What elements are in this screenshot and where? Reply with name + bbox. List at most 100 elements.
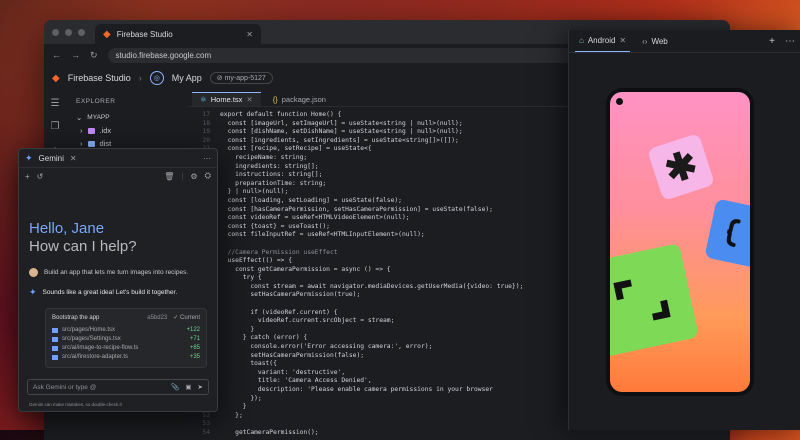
minimize-window-dot[interactable] bbox=[65, 28, 72, 36]
gear-icon[interactable]: ⛭ bbox=[205, 171, 211, 181]
code-text: toast({ bbox=[220, 360, 277, 368]
device-screen[interactable]: ✱ bbox=[610, 92, 750, 392]
code-text: variant: 'destructive', bbox=[220, 368, 346, 376]
code-text: const stream = await navigator.mediaDevi… bbox=[220, 282, 524, 290]
code-text: instructions: string[]; bbox=[220, 171, 323, 179]
close-icon[interactable]: ✕ bbox=[70, 154, 77, 163]
code-text: const [recipe, setRecipe] = useState<{ bbox=[220, 145, 372, 153]
changed-file-delta: +85 bbox=[189, 345, 200, 351]
commit-status: ✓ Current bbox=[173, 314, 200, 321]
gemini-title: Gemini bbox=[38, 153, 64, 163]
menu-icon[interactable]: ☰ bbox=[51, 98, 60, 109]
folder-icon bbox=[87, 140, 95, 147]
gemini-header: ✦ Gemini ✕ ⋯ bbox=[19, 149, 217, 168]
asterisk-tile: ✱ bbox=[646, 132, 716, 202]
code-line[interactable]: 54 getCameraPermission(); bbox=[188, 429, 730, 438]
code-text: } bbox=[220, 403, 247, 411]
editor-tab-package[interactable]: {} package.json bbox=[265, 93, 334, 106]
check-icon: ✓ bbox=[173, 315, 180, 321]
commit-card[interactable]: Bootstrap the app a5bd23 ✓ Current src/p… bbox=[45, 308, 207, 368]
changed-file-delta: +35 bbox=[189, 354, 200, 360]
code-text: title: 'Camera Access Denied', bbox=[220, 377, 372, 385]
reload-icon[interactable]: ↻ bbox=[90, 50, 98, 61]
more-icon[interactable]: ⋯ bbox=[785, 36, 795, 47]
code-text: const [dishName, setDishName] = useState… bbox=[220, 128, 463, 136]
explorer-root[interactable]: ⌄ MYAPP bbox=[66, 111, 188, 124]
line-number: 17 bbox=[202, 111, 210, 118]
folder-icon bbox=[87, 127, 95, 134]
code-text: description: 'Please enable camera permi… bbox=[220, 386, 493, 393]
trash-icon[interactable]: 🗑 bbox=[164, 172, 174, 181]
avatar bbox=[29, 268, 38, 277]
react-file-icon: ⚛ bbox=[200, 95, 207, 104]
changed-file-path: src/ai/image-to-recipe-flow.ts bbox=[62, 345, 139, 351]
gemini-sparkle-icon: ✦ bbox=[29, 287, 37, 297]
window-controls bbox=[52, 20, 85, 44]
code-text: const [imageUrl, setImageUrl] = useState… bbox=[220, 119, 463, 127]
disclaimer: Gemini can make mistakes, so double-chec… bbox=[29, 402, 122, 407]
gemini-sparkle-icon: ✦ bbox=[25, 152, 33, 163]
project-id-pill[interactable]: ⊘ my-app-5127 bbox=[209, 72, 273, 84]
studio-brand: Firebase Studio bbox=[67, 73, 131, 83]
code-text: } catch (error) { bbox=[220, 334, 308, 342]
history-icon[interactable]: ↺ bbox=[37, 172, 44, 181]
code-text: console.error('Error accessing camera:',… bbox=[220, 343, 433, 351]
files-icon[interactable]: ❐ bbox=[51, 121, 60, 132]
tab-web[interactable]: ‹› Web bbox=[638, 37, 672, 46]
changed-file-row[interactable]: src/ai/image-to-recipe-flow.ts +85 bbox=[52, 344, 200, 353]
line-number: 19 bbox=[202, 128, 210, 136]
commit-status-label: Current bbox=[179, 315, 200, 321]
send-icon[interactable]: ➤ bbox=[198, 383, 203, 391]
image-icon[interactable]: ▣ bbox=[185, 383, 191, 391]
code-text: recipeName: string; bbox=[220, 153, 308, 161]
add-tab-icon[interactable]: + bbox=[769, 36, 775, 47]
commit-card-header: Bootstrap the app a5bd23 ✓ Current bbox=[52, 314, 200, 322]
greeting: Hello, Jane bbox=[29, 220, 105, 237]
forward-arrow-icon[interactable]: → bbox=[71, 50, 80, 60]
close-icon[interactable]: ✕ bbox=[619, 36, 626, 45]
changed-file-row[interactable]: src/pages/Home.tsx +122 bbox=[52, 326, 200, 335]
tab-close-icon[interactable]: ✕ bbox=[246, 95, 252, 104]
gemini-panel: ✦ Gemini ✕ ⋯ + ↺ 🗑 | ⚙ ⛭ Hello, Jane How… bbox=[18, 148, 218, 412]
code-text: const [loading, setLoading] = useState(f… bbox=[220, 196, 402, 204]
app-icon: ◎ bbox=[149, 71, 164, 85]
line-number: 18 bbox=[202, 119, 210, 127]
app-name[interactable]: My App bbox=[172, 73, 202, 83]
code-text: setHasCameraPermission(false); bbox=[220, 351, 365, 359]
code-text: videoRef.current.srcObject = stream; bbox=[220, 317, 395, 325]
new-chat-icon[interactable]: + bbox=[25, 172, 30, 181]
back-arrow-icon[interactable]: ← bbox=[52, 50, 61, 60]
explorer-item-label: .idx bbox=[99, 126, 112, 135]
settings-icon[interactable]: ⚙ bbox=[190, 172, 197, 181]
changed-file-row[interactable]: src/ai/firestore-adapter.ts +35 bbox=[52, 353, 200, 362]
tab-android[interactable]: ⌂ Android ✕ bbox=[575, 30, 631, 52]
changed-file-row[interactable]: src/pages/Settings.tsx +71 bbox=[52, 335, 200, 344]
gemini-prompt-input[interactable]: Ask Gemini or type @ 📎 ▣ ➤ bbox=[27, 379, 209, 395]
explorer-item[interactable]: › .idx bbox=[66, 124, 188, 137]
browser-tab[interactable]: ◆ Firebase Studio ✕ bbox=[95, 24, 261, 44]
code-text: export default function Home() { bbox=[220, 111, 342, 118]
editor-tab-home[interactable]: ⚛ Home.tsx ✕ bbox=[192, 92, 261, 106]
preview-actions: + ⋯ bbox=[769, 36, 795, 47]
close-window-dot[interactable] bbox=[52, 28, 59, 36]
camera-cutout bbox=[616, 98, 623, 105]
url-text: studio.firebase.google.com bbox=[115, 50, 212, 60]
firebase-icon: ◆ bbox=[103, 28, 111, 40]
code-icon: ‹› bbox=[642, 36, 648, 46]
braces-icon bbox=[726, 219, 741, 247]
editor-tab-label: package.json bbox=[281, 95, 326, 104]
code-text: useEffect(() => { bbox=[220, 257, 293, 265]
chevron-right-icon: › bbox=[138, 73, 142, 83]
attach-icon[interactable]: 📎 bbox=[171, 383, 179, 391]
tab-close-icon[interactable]: ✕ bbox=[246, 30, 253, 39]
line-number: 54 bbox=[202, 428, 210, 436]
more-icon[interactable]: ⋯ bbox=[203, 154, 211, 163]
code-text: }; bbox=[220, 411, 243, 419]
commit-title: Bootstrap the app bbox=[52, 314, 100, 321]
user-message-text: Build an app that lets me turn images in… bbox=[44, 269, 189, 276]
chevron-right-icon: › bbox=[80, 126, 83, 135]
code-text: getCameraPermission(); bbox=[220, 428, 319, 436]
maximize-window-dot[interactable] bbox=[78, 28, 85, 36]
code-text: } | null>(null); bbox=[220, 188, 289, 196]
changed-file-delta: +122 bbox=[186, 327, 200, 333]
